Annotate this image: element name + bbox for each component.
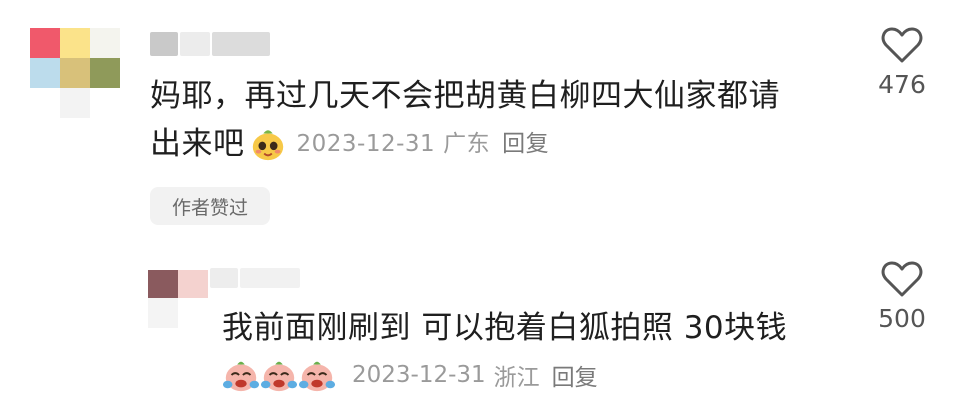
comment-text: 妈耶，再过几天不会把胡黄白柳四大仙家都请 出来吧 2023-12-31 广东 回…: [150, 72, 780, 168]
emoji-group: [222, 356, 336, 394]
like-button[interactable]: 476: [862, 26, 942, 99]
crying-laughing-emoji: [260, 361, 298, 392]
heart-icon[interactable]: [881, 26, 923, 64]
like-count: 476: [878, 70, 926, 99]
avatar-pixel: [60, 28, 90, 58]
avatar[interactable]: [148, 262, 208, 332]
comment-text: 我前面刚刷到 可以抱着白狐拍照 30块钱: [222, 310, 788, 346]
username[interactable]: [210, 268, 238, 288]
like-button[interactable]: 500: [862, 260, 942, 333]
username-blur: [240, 268, 300, 288]
crying-laughing-emoji: [298, 361, 336, 392]
smiling-chick-emoji: [252, 130, 283, 161]
heart-icon[interactable]: [881, 260, 923, 298]
avatar-pixel: [30, 58, 60, 88]
reply-button[interactable]: 回复: [552, 358, 598, 392]
avatar-pixel: [148, 298, 178, 328]
comment-line: 妈耶，再过几天不会把胡黄白柳四大仙家都请: [150, 78, 780, 114]
comment-location: 浙江: [493, 365, 540, 391]
username[interactable]: [150, 32, 178, 56]
author-liked-badge: 作者赞过: [150, 187, 270, 225]
comment-line: 出来吧: [150, 126, 245, 162]
avatar-pixel: [148, 270, 178, 298]
avatar[interactable]: [30, 28, 120, 118]
comment-date: 2023-12-31: [296, 131, 436, 157]
comment-meta: 2023-12-31 浙江 回复: [222, 356, 598, 394]
reply-button[interactable]: 回复: [502, 120, 549, 168]
like-count: 500: [878, 304, 926, 333]
username-blur: [180, 32, 210, 56]
comment-location: 广东: [443, 131, 491, 157]
avatar-pixel: [60, 58, 90, 88]
avatar-pixel: [178, 270, 208, 298]
avatar-pixel: [30, 28, 60, 58]
avatar-pixel: [90, 28, 120, 58]
crying-laughing-emoji: [222, 361, 260, 392]
avatar-pixel: [60, 88, 90, 118]
username-blur: [212, 32, 270, 56]
avatar-pixel: [90, 58, 120, 88]
comment-date: 2023-12-31: [352, 362, 486, 388]
